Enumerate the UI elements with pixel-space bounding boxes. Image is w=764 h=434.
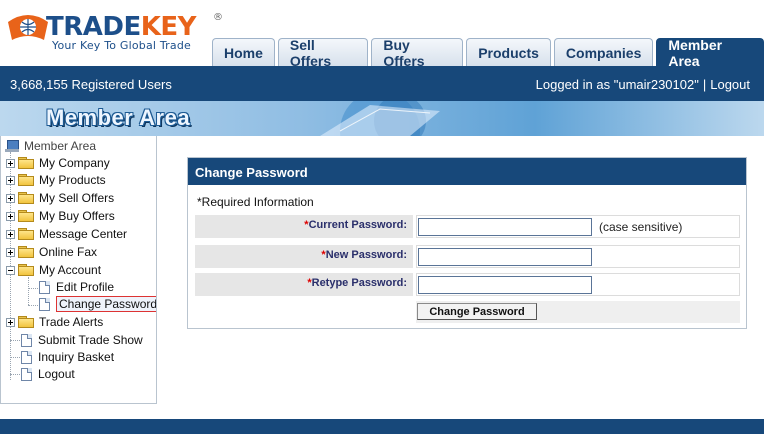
expand-plus-icon[interactable] bbox=[6, 175, 15, 185]
sidebar-item-label: Logout bbox=[38, 367, 75, 381]
expand-plus-icon[interactable] bbox=[6, 229, 15, 239]
sidebar-item-message-center[interactable]: Message Center bbox=[6, 225, 127, 243]
folder-icon bbox=[18, 174, 34, 186]
sidebar-item-logout[interactable]: Logout bbox=[21, 365, 75, 383]
open-folder-icon bbox=[18, 264, 34, 276]
retype-password-label: *Retype Password: bbox=[195, 273, 413, 296]
retype-password-cell bbox=[416, 273, 740, 296]
current-password-label: *Current Password: bbox=[195, 215, 413, 238]
change-password-button[interactable]: Change Password bbox=[417, 303, 537, 320]
page-icon bbox=[21, 350, 32, 364]
new-password-label: *New Password: bbox=[195, 245, 413, 268]
required-info-note: *Required Information bbox=[197, 195, 314, 209]
folder-icon bbox=[18, 210, 34, 222]
sidebar-item-change-password[interactable]: Change Password bbox=[39, 295, 156, 313]
sidebar-item-my-sell-offers[interactable]: My Sell Offers bbox=[6, 189, 114, 207]
page-icon bbox=[21, 333, 32, 347]
page-icon bbox=[39, 280, 50, 294]
sidebar-item-label: My Account bbox=[39, 263, 102, 277]
page-icon bbox=[39, 297, 50, 311]
expand-plus-icon[interactable] bbox=[6, 193, 15, 203]
member-sidebar: Member Area My Company My Products My Se… bbox=[0, 136, 157, 404]
new-password-cell bbox=[416, 245, 740, 268]
panel-title: Change Password bbox=[188, 158, 746, 185]
sidebar-item-my-buy-offers[interactable]: My Buy Offers bbox=[6, 207, 115, 225]
sidebar-item-label: Inquiry Basket bbox=[38, 350, 115, 364]
banner-title: Member Area bbox=[46, 105, 191, 130]
sidebar-item-label: My Buy Offers bbox=[39, 209, 115, 223]
tree-root[interactable]: Member Area bbox=[5, 137, 96, 155]
tab-products[interactable]: Products bbox=[466, 38, 551, 66]
new-password-row: *New Password: bbox=[195, 245, 740, 268]
tree-root-label: Member Area bbox=[24, 139, 97, 153]
folder-icon bbox=[18, 316, 34, 328]
expand-plus-icon[interactable] bbox=[6, 158, 15, 168]
brand-name: TRADEKEY bbox=[46, 12, 196, 42]
retype-password-input[interactable] bbox=[418, 276, 592, 294]
tree-connector bbox=[10, 357, 20, 358]
sidebar-item-online-fax[interactable]: Online Fax bbox=[6, 243, 97, 261]
sidebar-item-label: Change Password bbox=[56, 296, 156, 312]
expand-plus-icon[interactable] bbox=[6, 211, 15, 221]
sidebar-item-label: My Products bbox=[39, 173, 106, 187]
header: TRADEKEY ® Your Key To Global Trade Home… bbox=[0, 0, 764, 69]
sidebar-item-my-products[interactable]: My Products bbox=[6, 171, 106, 189]
logged-in-user: Logged in as "umair230102" bbox=[535, 77, 699, 92]
separator: | bbox=[702, 77, 707, 92]
status-bar: 3,668,155 Registered Users Logged in as … bbox=[0, 66, 764, 101]
footer-bar bbox=[0, 419, 764, 434]
tree-connector bbox=[10, 340, 20, 341]
sidebar-item-label: My Sell Offers bbox=[39, 191, 115, 205]
retype-password-row: *Retype Password: bbox=[195, 273, 740, 296]
change-password-panel: Change Password *Required Information *C… bbox=[187, 157, 747, 329]
folder-icon bbox=[18, 157, 34, 169]
registered-mark: ® bbox=[213, 12, 223, 23]
sidebar-item-edit-profile[interactable]: Edit Profile bbox=[39, 278, 114, 296]
tree-connector bbox=[28, 305, 38, 306]
sidebar-item-label: Edit Profile bbox=[56, 280, 115, 294]
banner-graphic bbox=[320, 101, 440, 136]
tree-connector bbox=[10, 374, 20, 375]
sidebar-item-submit-trade-show[interactable]: Submit Trade Show bbox=[21, 331, 143, 349]
tree-connector bbox=[28, 288, 38, 289]
new-password-input[interactable] bbox=[418, 248, 592, 266]
submit-row: Change Password bbox=[416, 301, 740, 323]
sidebar-item-inquiry-basket[interactable]: Inquiry Basket bbox=[21, 348, 114, 366]
page-icon bbox=[21, 367, 32, 381]
tab-buy-offers[interactable]: Buy Offers bbox=[371, 37, 464, 69]
current-password-cell: (case sensitive) bbox=[416, 215, 740, 238]
tree-connector bbox=[28, 277, 29, 305]
sidebar-item-label: Online Fax bbox=[39, 245, 98, 259]
registered-users-count: 3,668,155 Registered Users bbox=[10, 77, 172, 92]
folder-icon bbox=[18, 228, 34, 240]
sidebar-item-trade-alerts[interactable]: Trade Alerts bbox=[6, 313, 103, 331]
current-password-input[interactable] bbox=[418, 218, 592, 236]
expand-plus-icon[interactable] bbox=[6, 247, 15, 257]
current-password-row: *Current Password: (case sensitive) bbox=[195, 215, 740, 238]
sidebar-item-my-company[interactable]: My Company bbox=[6, 154, 110, 172]
tab-companies[interactable]: Companies bbox=[553, 38, 654, 66]
brand-tagline: Your Key To Global Trade bbox=[52, 39, 191, 52]
tab-home[interactable]: Home bbox=[212, 38, 275, 66]
tradekey-logo[interactable]: TRADEKEY ® Your Key To Global Trade bbox=[6, 12, 226, 58]
computer-icon bbox=[5, 140, 19, 152]
tab-member-area[interactable]: Member Area bbox=[656, 37, 764, 69]
sidebar-item-my-account[interactable]: My Account bbox=[6, 261, 101, 279]
expand-plus-icon[interactable] bbox=[6, 317, 15, 327]
case-sensitive-note: (case sensitive) bbox=[599, 220, 683, 234]
main-nav: Home Sell Offers Buy Offers Products Com… bbox=[212, 37, 764, 69]
globe-logo-icon bbox=[8, 15, 48, 40]
tab-sell-offers[interactable]: Sell Offers bbox=[277, 37, 369, 69]
folder-icon bbox=[18, 246, 34, 258]
header-logout-link[interactable]: Logout bbox=[710, 77, 750, 92]
login-status: Logged in as "umair230102" | Logout bbox=[536, 77, 750, 92]
sidebar-item-label: Message Center bbox=[39, 227, 128, 241]
sidebar-item-label: My Company bbox=[39, 156, 110, 170]
collapse-minus-icon[interactable] bbox=[6, 265, 15, 275]
sidebar-item-label: Trade Alerts bbox=[39, 315, 104, 329]
member-area-banner: Member Area bbox=[0, 101, 764, 136]
folder-icon bbox=[18, 192, 34, 204]
sidebar-item-label: Submit Trade Show bbox=[38, 333, 143, 347]
